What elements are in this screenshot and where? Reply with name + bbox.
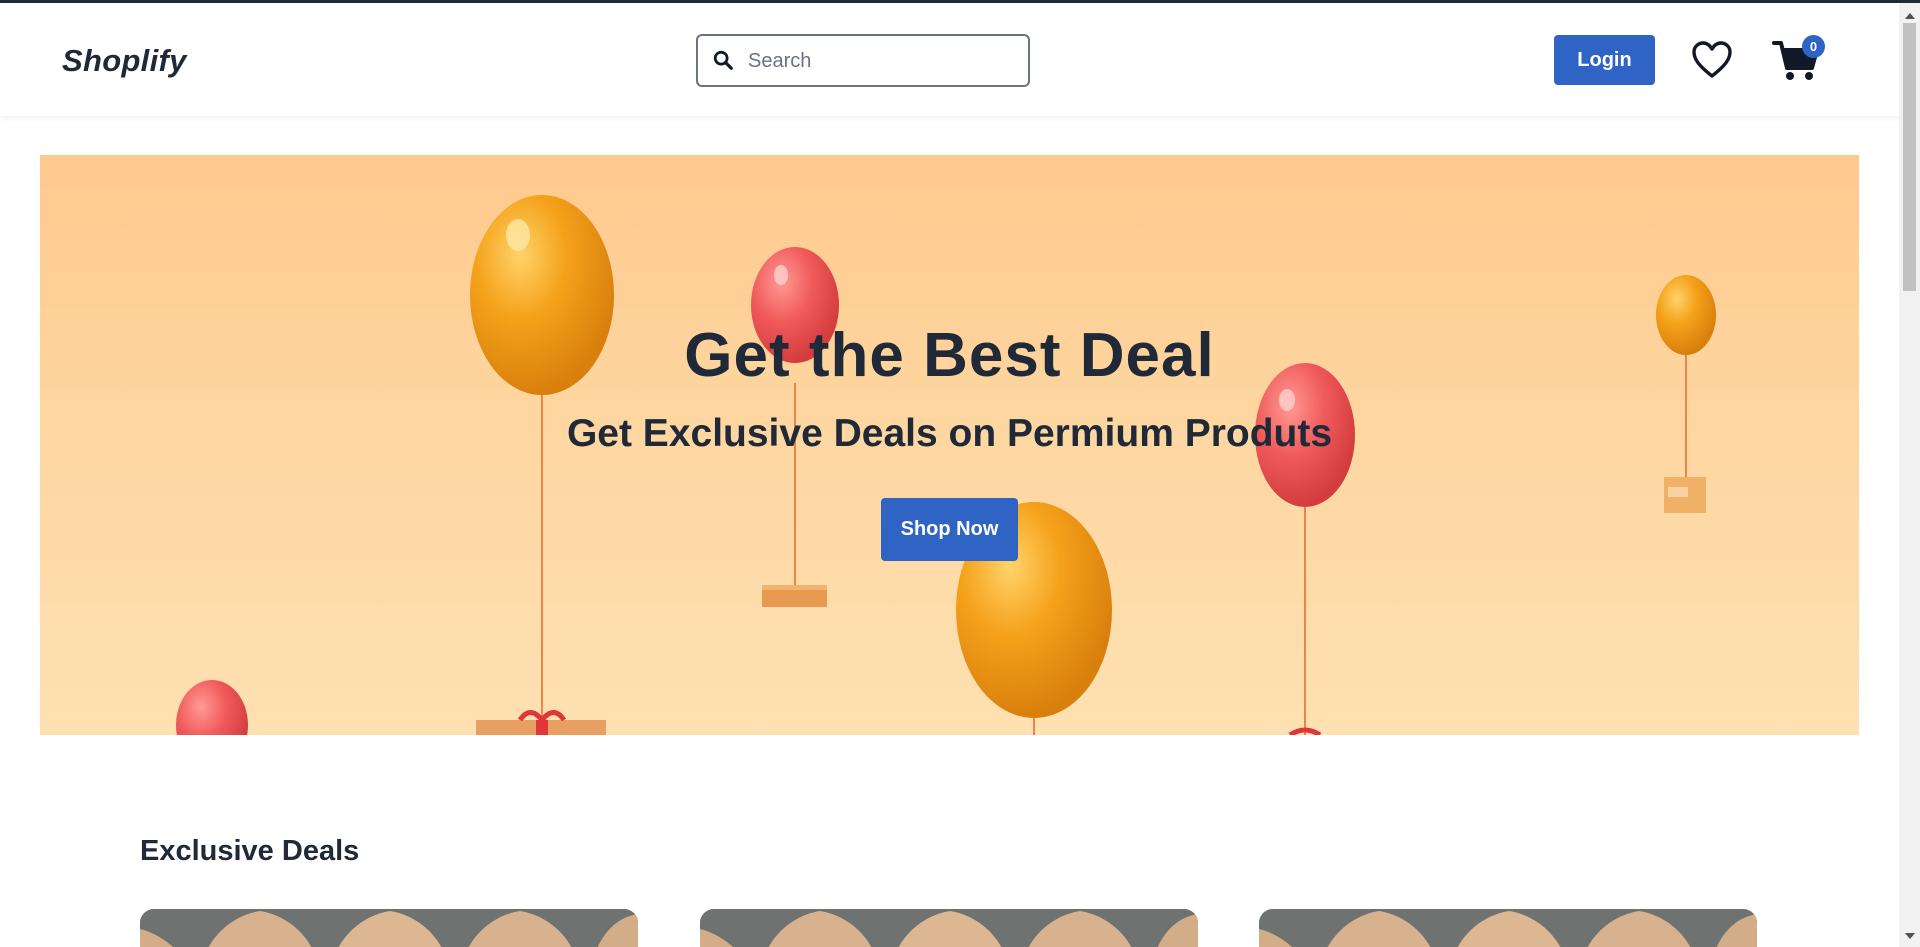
heart-icon[interactable] xyxy=(1691,40,1733,80)
search-bar[interactable] xyxy=(696,34,1030,87)
product-image xyxy=(140,909,638,947)
site-header: Shoplify Login 0 xyxy=(0,3,1899,116)
deal-card-3[interactable] xyxy=(1259,909,1757,947)
hero-subtitle: Get Exclusive Deals on Permium Produts xyxy=(566,412,1333,455)
hero-banner: Get the Best Deal Get Exclusive Deals on… xyxy=(40,155,1859,735)
scroll-up-arrow-icon[interactable] xyxy=(1905,13,1915,19)
product-image xyxy=(700,909,1198,947)
hero-title: Get the Best Deal xyxy=(684,321,1215,390)
scroll-down-arrow-icon[interactable] xyxy=(1905,933,1915,939)
login-button[interactable]: Login xyxy=(1554,35,1655,85)
logo[interactable]: Shoplify xyxy=(62,43,187,79)
search-input[interactable] xyxy=(748,45,1018,77)
search-icon xyxy=(713,50,733,70)
section-title-exclusive-deals: Exclusive Deals xyxy=(140,835,360,867)
cart-count-badge: 0 xyxy=(1802,35,1825,58)
scroll-thumb[interactable] xyxy=(1903,23,1916,291)
product-image xyxy=(1259,909,1757,947)
deal-card-2[interactable] xyxy=(700,909,1198,947)
vertical-scrollbar[interactable] xyxy=(1899,3,1920,947)
shop-now-button[interactable]: Shop Now xyxy=(881,498,1018,561)
deal-card-1[interactable] xyxy=(140,909,638,947)
